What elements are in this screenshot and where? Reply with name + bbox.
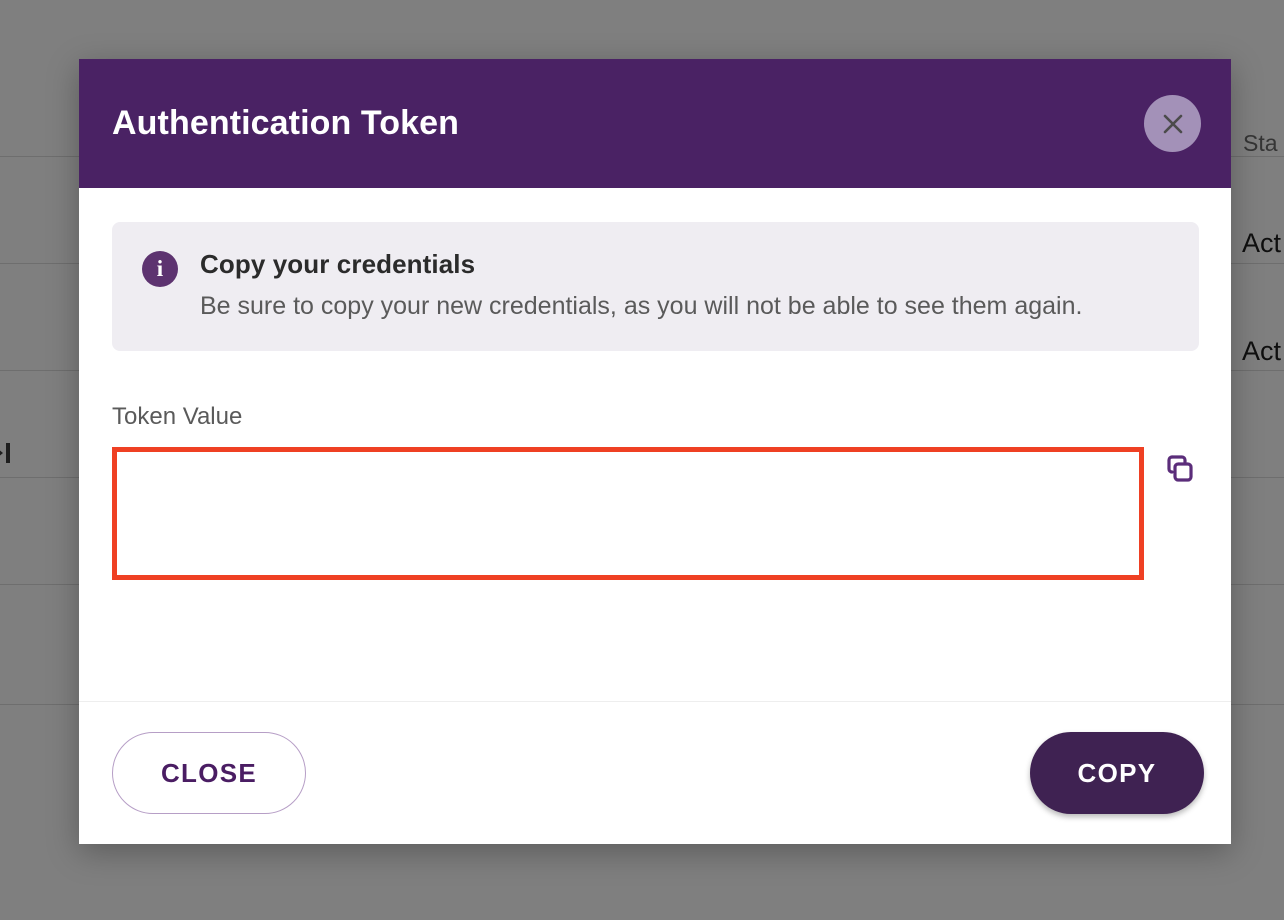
info-banner-description: Be sure to copy your new credentials, as… (200, 292, 1083, 320)
info-icon: i (142, 251, 178, 287)
info-banner: i Copy your credentials Be sure to copy … (112, 222, 1199, 351)
copy-icon (1160, 452, 1198, 490)
close-text-button[interactable]: CLOSE (112, 732, 306, 814)
token-value-input[interactable] (112, 447, 1144, 580)
token-input-container (112, 447, 1144, 580)
dialog-title: Authentication Token (112, 104, 460, 142)
token-value-label: Token Value (112, 403, 243, 430)
info-banner-title: Copy your credentials (200, 249, 476, 279)
dialog-body: i Copy your credentials Be sure to copy … (79, 188, 1231, 701)
dialog-header: Authentication Token (79, 59, 1231, 188)
close-icon (1160, 111, 1186, 137)
dialog-footer: CLOSE COPY (79, 701, 1231, 844)
authentication-token-dialog: Authentication Token i Copy your credent… (79, 59, 1231, 844)
copy-to-clipboard-button[interactable] (1158, 449, 1199, 493)
copy-button[interactable]: COPY (1030, 732, 1204, 814)
info-banner-text: Copy your credentials Be sure to copy yo… (200, 249, 1169, 323)
token-value-field-group: Token Value (112, 403, 1199, 580)
token-value-row (112, 447, 1199, 580)
close-button[interactable] (1144, 95, 1201, 152)
